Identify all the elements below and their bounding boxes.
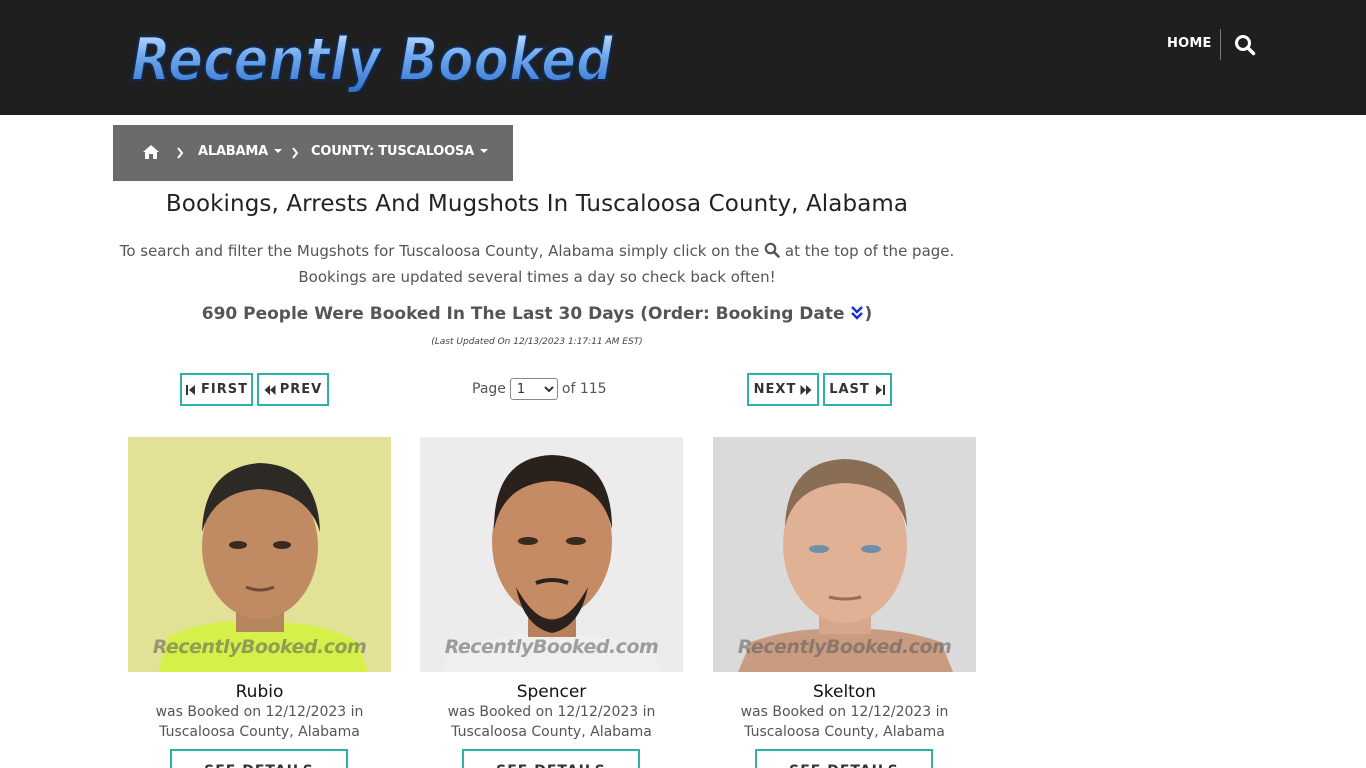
intro-line2: Bookings are updated several times a day… [298, 268, 776, 286]
page-total: of 115 [561, 381, 607, 397]
skip-first-icon [186, 384, 196, 395]
booking-count-close: ) [864, 304, 873, 324]
page-label: Page [472, 381, 506, 397]
booking-location-text: Tuscaloosa County, Alabama [159, 724, 360, 740]
mugshot-image[interactable]: RecentlyBooked.com [128, 437, 391, 672]
prev-label: PREV [279, 382, 323, 397]
logo-text: Recently Booked [131, 25, 614, 92]
booking-date-text: was Booked on 12/12/2023 in [740, 704, 949, 720]
search-icon[interactable] [1234, 34, 1256, 56]
booking-card[interactable]: RecentlyBooked.com Rubio was Booked on 1… [128, 437, 391, 768]
rewind-icon [264, 384, 276, 395]
site-header: Recently Booked HOME [0, 0, 1366, 115]
breadcrumb-county[interactable]: COUNTY: TUSCALOOSA [311, 144, 489, 159]
intro-part1: To search and filter the Mugshots for Tu… [119, 242, 760, 260]
person-name[interactable]: Rubio [128, 682, 391, 702]
booking-card[interactable]: RecentlyBooked.com Skelton was Booked on… [713, 437, 976, 768]
next-page-button[interactable]: NEXT [747, 373, 819, 406]
booking-count: 690 People Were Booked In The Last 30 Da… [113, 304, 961, 324]
intro-part2: at the top of the page. [784, 242, 955, 260]
first-label: FIRST [201, 382, 248, 397]
prev-page-button[interactable]: PREV [257, 373, 329, 406]
caret-down-icon [273, 148, 282, 153]
watermark: RecentlyBooked.com [152, 636, 367, 658]
last-label: LAST [829, 382, 870, 397]
page-title: Bookings, Arrests And Mugshots In Tuscal… [165, 191, 909, 217]
first-page-button[interactable]: FIRST [180, 373, 253, 406]
person-name[interactable]: Skelton [713, 682, 976, 702]
booking-card[interactable]: RecentlyBooked.com Spencer was Booked on… [420, 437, 683, 768]
mugshot-image[interactable]: RecentlyBooked.com [420, 437, 683, 672]
home-icon[interactable] [142, 144, 160, 160]
booking-location-text: Tuscaloosa County, Alabama [744, 724, 945, 740]
intro-text: To search and filter the Mugshots for Tu… [113, 238, 961, 290]
booking-location-text: Tuscaloosa County, Alabama [451, 724, 652, 740]
chevron-right-icon [177, 147, 184, 159]
chevron-right-icon [292, 147, 299, 159]
page-select[interactable]: 1 [509, 378, 558, 400]
nav-home-link[interactable]: HOME [1167, 36, 1212, 51]
booking-date-text: was Booked on 12/12/2023 in [447, 704, 656, 720]
search-icon [764, 242, 780, 258]
next-label: NEXT [753, 382, 797, 397]
booking-date-text: was Booked on 12/12/2023 in [155, 704, 364, 720]
breadcrumb-county-label: COUNTY: TUSCALOOSA [311, 144, 475, 159]
breadcrumb: ALABAMA COUNTY: TUSCALOOSA [113, 125, 513, 181]
page-selector: Page 1 of 115 [472, 378, 607, 400]
mugshot-image[interactable]: RecentlyBooked.com [713, 437, 976, 672]
person-name[interactable]: Spencer [420, 682, 683, 702]
booking-count-text: 690 People Were Booked In The Last 30 Da… [201, 304, 845, 324]
last-updated: (Last Updated On 12/13/2023 1:17:11 AM E… [431, 337, 643, 347]
see-details-button[interactable]: SEE DETAILS [170, 749, 348, 768]
skip-last-icon [875, 384, 885, 395]
see-details-button[interactable]: SEE DETAILS [755, 749, 933, 768]
breadcrumb-state-label: ALABAMA [198, 144, 268, 159]
breadcrumb-state[interactable]: ALABAMA [198, 144, 282, 159]
last-page-button[interactable]: LAST [823, 373, 892, 406]
caret-down-icon [480, 148, 489, 153]
see-details-button[interactable]: SEE DETAILS [462, 749, 640, 768]
watermark: RecentlyBooked.com [737, 636, 952, 658]
site-logo[interactable]: Recently Booked [127, 18, 617, 92]
double-chevron-down-icon[interactable] [850, 305, 864, 321]
nav-divider [1220, 29, 1221, 60]
fast-forward-icon [800, 384, 812, 395]
watermark: RecentlyBooked.com [444, 636, 659, 658]
